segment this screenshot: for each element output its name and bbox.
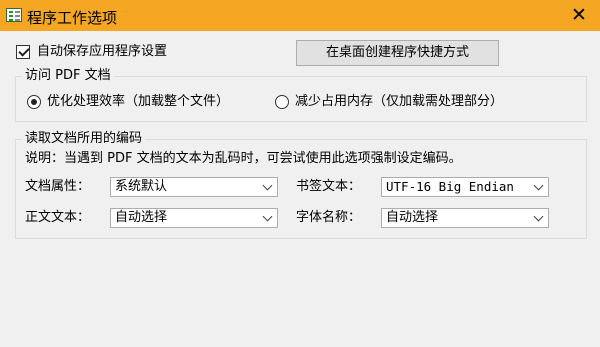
radio-optimize-efficiency[interactable]: [27, 95, 41, 109]
window-title: 程序工作选项: [27, 9, 118, 27]
body-text-label: 正文文本：: [25, 210, 91, 225]
doc-props-label: 文档属性：: [25, 179, 91, 194]
body-text-value: 自动选择: [115, 210, 168, 225]
chevron-down-icon: [262, 180, 273, 191]
autosave-checkbox[interactable]: [16, 45, 30, 59]
radio-reduce-memory-label: 减少占用内存（仅加载需处理部分）: [295, 94, 504, 109]
chevron-down-icon: [533, 180, 544, 191]
radio-optimize-efficiency-label: 优化处理效率（加载整个文件）: [47, 94, 230, 109]
body-text-select[interactable]: 自动选择: [110, 208, 278, 228]
doc-props-select[interactable]: 系统默认: [110, 177, 278, 197]
title-bar: 程序工作选项 ✕: [0, 0, 600, 31]
autosave-label: 自动保存应用程序设置: [37, 44, 168, 59]
doc-props-value: 系统默认: [115, 179, 168, 194]
app-options-icon: [6, 8, 22, 22]
radio-reduce-memory[interactable]: [275, 95, 289, 109]
font-name-label: 字体名称：: [296, 210, 362, 225]
pdf-access-group-title: 访问 PDF 文档: [22, 68, 114, 84]
close-button[interactable]: ✕: [565, 3, 593, 28]
chevron-down-icon: [262, 211, 273, 222]
bookmark-value: UTF-16 Big Endian: [386, 179, 514, 194]
font-name-value: 自动选择: [386, 210, 439, 225]
font-name-select[interactable]: 自动选择: [381, 208, 549, 228]
create-shortcut-button[interactable]: 在桌面创建程序快捷方式: [296, 40, 499, 66]
bookmark-label: 书签文本：: [296, 179, 362, 194]
encoding-description: 说明：当遇到 PDF 文档的文本为乱码时，可尝试使用此选项强制设定编码。: [25, 151, 462, 166]
encoding-group-title: 读取文档所用的编码: [22, 131, 146, 147]
bookmark-select[interactable]: UTF-16 Big Endian: [381, 177, 549, 197]
chevron-down-icon: [533, 211, 544, 222]
